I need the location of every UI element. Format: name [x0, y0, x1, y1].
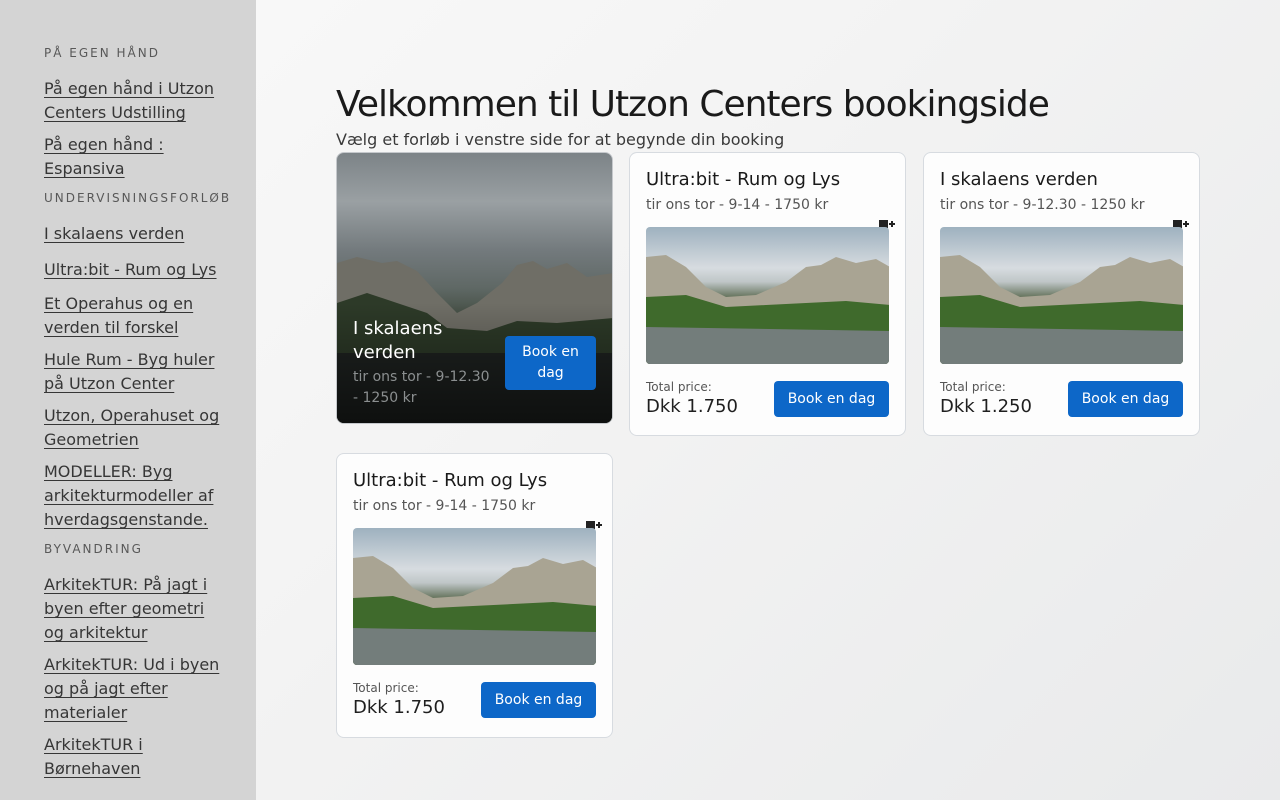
section-heading: PÅ EGEN HÅND	[44, 46, 160, 60]
nav-link-geometrien[interactable]: Utzon, Operahuset og Geometrien	[44, 404, 220, 452]
nav-link-udstilling[interactable]: På egen hånd i Utzon Centers Udstilling	[44, 77, 220, 125]
nav-link-operahus[interactable]: Et Operahus og en verden til forskel	[44, 292, 220, 340]
card-footer: Total price: Dkk 1.750 Book en dag	[353, 681, 596, 719]
nav-link-arkitektur-geometri[interactable]: ArkitekTUR: På jagt i byen efter geometr…	[44, 573, 220, 645]
book-button[interactable]: Book en dag	[481, 682, 596, 718]
card-subtitle: tir ons tor - 9-14 - 1750 kr	[353, 498, 536, 514]
card-title: I skalaens verden	[353, 318, 443, 363]
page-subtitle: Vælg et forløb i venstre side for at beg…	[336, 130, 785, 149]
price-label: Total price:	[353, 681, 419, 695]
landscape-image	[646, 227, 889, 364]
nav-link-arkitektur-bornehaven[interactable]: ArkitekTUR i Børnehaven	[44, 733, 220, 781]
book-button[interactable]: Book en dag	[1068, 381, 1183, 417]
card-subtitle: tir ons tor - 9-14 - 1750 kr	[646, 197, 829, 213]
card-title: Ultra:bit - Rum og Lys	[646, 169, 841, 190]
card-subtitle: tir ons tor - 9-12.30 - 1250 kr	[353, 369, 490, 406]
landscape-image	[940, 227, 1183, 364]
nav-link-ultrabit[interactable]: Ultra:bit - Rum og Lys	[44, 258, 220, 282]
nav-link-hule-rum[interactable]: Hule Rum - Byg huler på Utzon Center	[44, 348, 220, 396]
nav-link-espansiva[interactable]: På egen hånd : Espansiva	[44, 133, 220, 181]
course-card: I skalaens verden tir ons tor - 9-12.30 …	[923, 152, 1200, 436]
price-value: Dkk 1.750	[353, 697, 445, 718]
price-label: Total price:	[646, 380, 712, 394]
nav-link-arkitektur-materialer[interactable]: ArkitekTUR: Ud i byen og på jagt efter m…	[44, 653, 220, 725]
nav-section-city-walk: BYVANDRING ArkitekTUR: På jagt i byen ef…	[44, 542, 256, 781]
price-value: Dkk 1.750	[646, 396, 738, 417]
section-heading: UNDERVISNINGSFORLØB	[44, 191, 232, 205]
nav-link-skala[interactable]: I skalaens verden	[44, 222, 220, 246]
book-button[interactable]: Book en dag	[505, 336, 596, 390]
card-title: I skalaens verden	[940, 169, 1098, 190]
featured-course-card: I skalaens verden tir ons tor - 9-12.30 …	[336, 152, 613, 424]
nav-link-modeller[interactable]: MODELLER: Byg arkitekturmodeller af hver…	[44, 460, 220, 532]
book-button[interactable]: Book en dag	[774, 381, 889, 417]
card-title: Ultra:bit - Rum og Lys	[353, 470, 548, 491]
main-content: Velkommen til Utzon Centers bookingside …	[336, 84, 1200, 738]
price-value: Dkk 1.250	[940, 396, 1032, 417]
card-footer: Total price: Dkk 1.750 Book en dag	[646, 380, 889, 418]
sidebar: PÅ EGEN HÅND På egen hånd i Utzon Center…	[0, 0, 256, 800]
course-card: Ultra:bit - Rum og Lys tir ons tor - 9-1…	[629, 152, 906, 436]
section-heading: BYVANDRING	[44, 542, 143, 556]
nav-section-on-your-own: PÅ EGEN HÅND På egen hånd i Utzon Center…	[44, 46, 256, 181]
course-card: Ultra:bit - Rum og Lys tir ons tor - 9-1…	[336, 453, 613, 738]
price-label: Total price:	[940, 380, 1006, 394]
card-footer: Total price: Dkk 1.250 Book en dag	[940, 380, 1183, 418]
card-subtitle: tir ons tor - 9-12.30 - 1250 kr	[940, 197, 1145, 213]
landscape-image	[353, 528, 596, 665]
nav-section-teaching: UNDERVISNINGSFORLØB I skalaens verden Ul…	[44, 191, 256, 532]
page-title: Velkommen til Utzon Centers bookingside	[336, 84, 1050, 125]
